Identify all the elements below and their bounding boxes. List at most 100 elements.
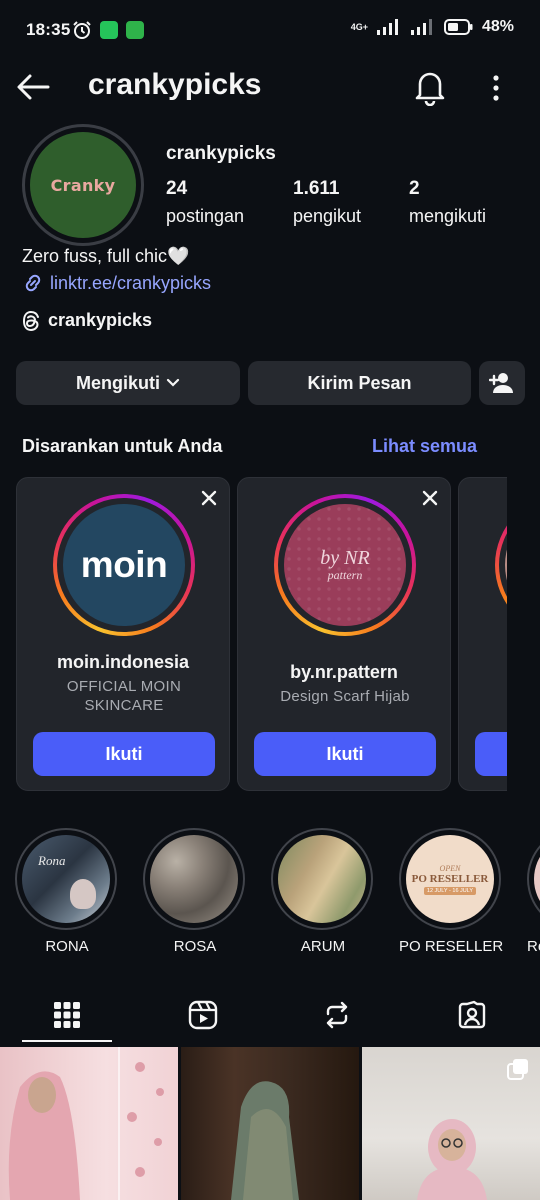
stat-followers-label: pengikut bbox=[293, 206, 362, 226]
tab-posts-grid[interactable] bbox=[22, 988, 112, 1042]
post-image bbox=[8, 1047, 164, 1200]
header-username: crankypicks bbox=[88, 68, 262, 101]
threads-icon bbox=[22, 310, 39, 331]
highlight-item[interactable]: Re bbox=[527, 828, 540, 955]
profile-display-name: crankypicks bbox=[166, 143, 276, 164]
app-notification-icon bbox=[126, 21, 144, 39]
avatar-image: Cranky bbox=[30, 132, 136, 238]
suggested-username[interactable]: moin.indonesia bbox=[17, 652, 229, 673]
highlight-cover-sub: 12 JULY - 16 JULY bbox=[423, 886, 477, 895]
stat-following-label: mengikuti bbox=[409, 206, 487, 226]
highlight-label: Re bbox=[527, 938, 540, 955]
suggested-title: Disarankan untuk Anda bbox=[22, 436, 223, 456]
follow-button[interactable] bbox=[475, 732, 507, 776]
tab-tagged[interactable] bbox=[427, 988, 517, 1042]
suggested-card[interactable]: moin moin.indonesia OFFICIAL MOIN SKINCA… bbox=[16, 477, 230, 791]
grid-icon bbox=[54, 1002, 80, 1028]
message-button[interactable]: Kirim Pesan bbox=[248, 361, 471, 405]
bell-icon bbox=[415, 72, 445, 107]
highlight-cover bbox=[534, 835, 540, 923]
signal-icon bbox=[376, 19, 398, 35]
highlight-cover bbox=[150, 835, 238, 923]
following-button[interactable]: Mengikuti bbox=[16, 361, 240, 405]
suggested-card[interactable] bbox=[458, 477, 507, 791]
suggested-carousel[interactable]: moin moin.indonesia OFFICIAL MOIN SKINCA… bbox=[16, 477, 507, 793]
more-options-button[interactable] bbox=[484, 68, 508, 106]
see-all-link[interactable]: Lihat semua bbox=[372, 436, 477, 457]
profile-stats: 24 postingan 1.611 pengikut 2 mengikuti bbox=[166, 178, 526, 232]
follow-button[interactable]: Ikuti bbox=[33, 732, 215, 776]
suggested-username[interactable]: by.nr.pattern bbox=[238, 662, 450, 683]
suggested-card[interactable]: by NR pattern by.nr.pattern Design Scarf… bbox=[237, 477, 451, 791]
highlight-label: ROSA bbox=[173, 938, 217, 955]
avatar-logo-subtext: pattern bbox=[327, 568, 363, 582]
add-user-icon bbox=[489, 373, 513, 393]
arrow-left-icon bbox=[17, 74, 50, 100]
highlight-label: ARUM bbox=[300, 938, 346, 955]
notifications-button[interactable] bbox=[412, 68, 448, 107]
highlight-cover bbox=[278, 835, 366, 923]
follow-button[interactable]: Ikuti bbox=[254, 732, 436, 776]
reels-icon bbox=[188, 1000, 218, 1030]
post-thumbnail[interactable] bbox=[181, 1047, 359, 1200]
suggested-subtitle: Design Scarf Hijab bbox=[280, 688, 410, 705]
stat-posts[interactable]: 24 postingan bbox=[166, 178, 244, 227]
profile-link[interactable]: linktr.ee/crankypicks bbox=[22, 272, 211, 294]
suggested-users-button[interactable] bbox=[479, 361, 525, 405]
suggested-avatar: moin bbox=[63, 504, 185, 626]
post-thumbnail[interactable] bbox=[362, 1047, 540, 1200]
tagged-icon bbox=[458, 1000, 486, 1029]
profile-link-text: linktr.ee/crankypicks bbox=[50, 272, 212, 293]
dismiss-suggestion-button[interactable] bbox=[199, 488, 219, 508]
back-button[interactable] bbox=[14, 68, 52, 106]
highlight-cover-top: OPEN bbox=[439, 863, 461, 873]
message-button-label: Kirim Pesan bbox=[307, 372, 412, 393]
status-system-icons: 4G+ 48% bbox=[351, 18, 514, 36]
story-ring: by NR pattern bbox=[274, 494, 416, 636]
avatar-logo-text: by NR bbox=[320, 547, 370, 569]
highlight-cover-text: PO RESELLER bbox=[411, 872, 489, 885]
posts-grid bbox=[0, 1047, 540, 1200]
follow-button-label: Ikuti bbox=[326, 743, 364, 764]
reposts-icon bbox=[326, 1001, 348, 1029]
threads-badge[interactable]: crankypicks bbox=[22, 310, 152, 331]
dismiss-suggestion-button[interactable] bbox=[420, 488, 440, 508]
link-icon bbox=[25, 274, 41, 292]
avatar-logo-text: moin bbox=[80, 544, 168, 585]
highlight-cover: Rona bbox=[22, 835, 110, 923]
highlight-item[interactable]: ARUM bbox=[271, 828, 375, 955]
carousel-post-icon bbox=[507, 1059, 528, 1080]
more-vertical-icon bbox=[493, 75, 499, 101]
close-icon bbox=[422, 490, 438, 506]
highlight-item[interactable]: ROSA bbox=[143, 828, 247, 955]
profile-avatar[interactable]: Cranky bbox=[22, 124, 144, 246]
stat-posts-value: 24 bbox=[166, 178, 188, 199]
status-time: 18:35 bbox=[26, 20, 71, 39]
highlight-label: RONA bbox=[45, 938, 89, 955]
post-image bbox=[231, 1081, 299, 1200]
profile-tabs bbox=[0, 988, 540, 1044]
avatar-logo-text: Cranky bbox=[50, 175, 116, 195]
story-highlights: Rona RONA ROSA ARUM OPEN PO RESELLER 12 … bbox=[0, 828, 540, 958]
post-thumbnail[interactable] bbox=[0, 1047, 178, 1200]
highlight-label: PO RESELLER bbox=[399, 938, 504, 955]
highlight-item[interactable]: OPEN PO RESELLER 12 JULY - 16 JULY PO RE… bbox=[399, 828, 503, 955]
active-tab-indicator bbox=[22, 1040, 112, 1042]
stat-followers[interactable]: 1.611 pengikut bbox=[293, 178, 361, 227]
story-ring bbox=[495, 494, 507, 636]
battery-icon bbox=[443, 19, 473, 35]
status-notification-icons bbox=[72, 20, 144, 40]
profile-bio: Zero fuss, full chic🤍 bbox=[22, 246, 190, 266]
profile-header: crankypicks bbox=[0, 62, 540, 112]
suggested-avatar bbox=[505, 504, 507, 626]
signal-2-icon bbox=[410, 19, 432, 35]
highlight-cover: OPEN PO RESELLER 12 JULY - 16 JULY bbox=[406, 835, 494, 923]
stat-following[interactable]: 2 mengikuti bbox=[409, 178, 486, 227]
tab-reels[interactable] bbox=[158, 988, 248, 1042]
follow-button-label: Ikuti bbox=[105, 743, 143, 764]
stat-followers-value: 1.611 bbox=[293, 178, 340, 199]
stat-following-value: 2 bbox=[409, 178, 420, 199]
battery-percent: 48% bbox=[481, 18, 514, 35]
tab-reposts[interactable] bbox=[292, 988, 382, 1042]
highlight-item[interactable]: Rona RONA bbox=[15, 828, 119, 955]
